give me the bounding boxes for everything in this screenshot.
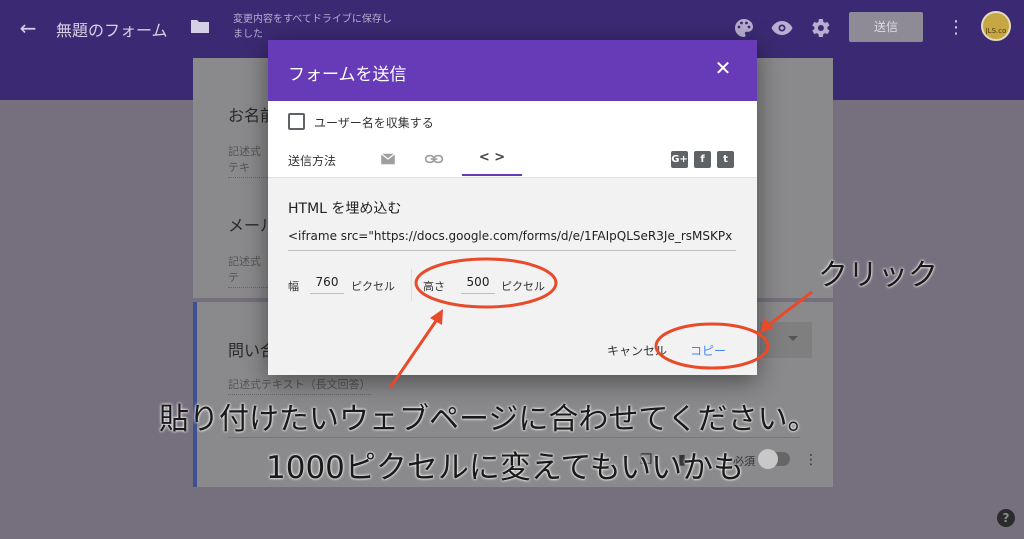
embed-html-title: HTML を埋め込む xyxy=(288,201,402,217)
close-icon[interactable]: ✕ xyxy=(711,56,735,80)
save-status: 変更内容をすべてドライブに保存しました xyxy=(233,14,392,40)
click-annotation: クリック xyxy=(818,258,938,293)
send-form-dialog: フォームを送信 ✕ ユーザー名を収集する 送信方法 < > G+ f t HTM… xyxy=(268,40,757,375)
back-arrow-icon[interactable]: ← xyxy=(16,16,40,40)
form-title[interactable]: 無題のフォーム xyxy=(56,17,168,41)
question-answer-hint: 記述式テキスト（長文回答） xyxy=(228,376,371,395)
instruction-line-2: 1000ピクセルに変えてもいいかも xyxy=(266,450,745,486)
width-unit-label: ピクセル xyxy=(351,280,395,293)
copy-button[interactable]: コピー xyxy=(690,342,726,359)
avatar[interactable]: JLS.co xyxy=(981,11,1011,41)
dialog-embed-panel: HTML を埋め込む <iframe src="https://docs.goo… xyxy=(268,177,757,375)
height-label: 高さ xyxy=(423,280,445,293)
height-unit-label: ピクセル xyxy=(501,280,545,293)
email-icon xyxy=(380,153,396,165)
question-answer-hint: 記述式テ xyxy=(228,253,268,288)
dimension-divider xyxy=(411,269,412,301)
code-brackets-icon: < > xyxy=(478,150,506,165)
preview-eye-icon[interactable] xyxy=(770,16,794,40)
help-icon[interactable]: ? xyxy=(997,509,1015,527)
more-vert-icon[interactable]: ⋮ xyxy=(946,16,966,40)
cancel-button[interactable]: キャンセル xyxy=(607,342,667,359)
dialog-header: フォームを送信 ✕ xyxy=(268,40,757,101)
width-input[interactable]: 760 xyxy=(310,275,344,294)
google-plus-share-icon[interactable]: G+ xyxy=(671,151,688,168)
height-input[interactable]: 500 xyxy=(461,275,495,294)
embed-code-field[interactable]: <iframe src="https://docs.google.com/for… xyxy=(288,229,736,251)
send-method-label: 送信方法 xyxy=(288,154,337,168)
required-toggle-knob[interactable] xyxy=(758,449,778,469)
folder-icon[interactable] xyxy=(190,18,210,34)
settings-gear-icon[interactable] xyxy=(808,16,832,40)
collect-username-checkbox[interactable] xyxy=(288,113,305,130)
question-answer-hint: 記述式テキ xyxy=(228,143,268,178)
facebook-share-icon[interactable]: f xyxy=(694,151,711,168)
question-type-dropdown[interactable] xyxy=(760,322,812,358)
more-options-icon[interactable]: ⋮ xyxy=(802,451,820,469)
width-label: 幅 xyxy=(288,280,299,293)
twitter-share-icon[interactable]: t xyxy=(717,151,734,168)
send-button[interactable]: 送信 xyxy=(849,12,923,42)
tab-link[interactable] xyxy=(404,144,464,176)
avatar-text: JLS.co xyxy=(985,27,1007,35)
instruction-line-1: 貼り付けたいウェブページに合わせてください。 xyxy=(159,402,818,437)
link-icon xyxy=(424,154,444,164)
dialog-title: フォームを送信 xyxy=(288,65,407,85)
tab-embed-html[interactable]: < > xyxy=(462,144,522,176)
palette-icon[interactable] xyxy=(732,16,756,40)
collect-username-label: ユーザー名を収集する xyxy=(314,116,434,130)
dropdown-caret-icon xyxy=(788,336,798,341)
